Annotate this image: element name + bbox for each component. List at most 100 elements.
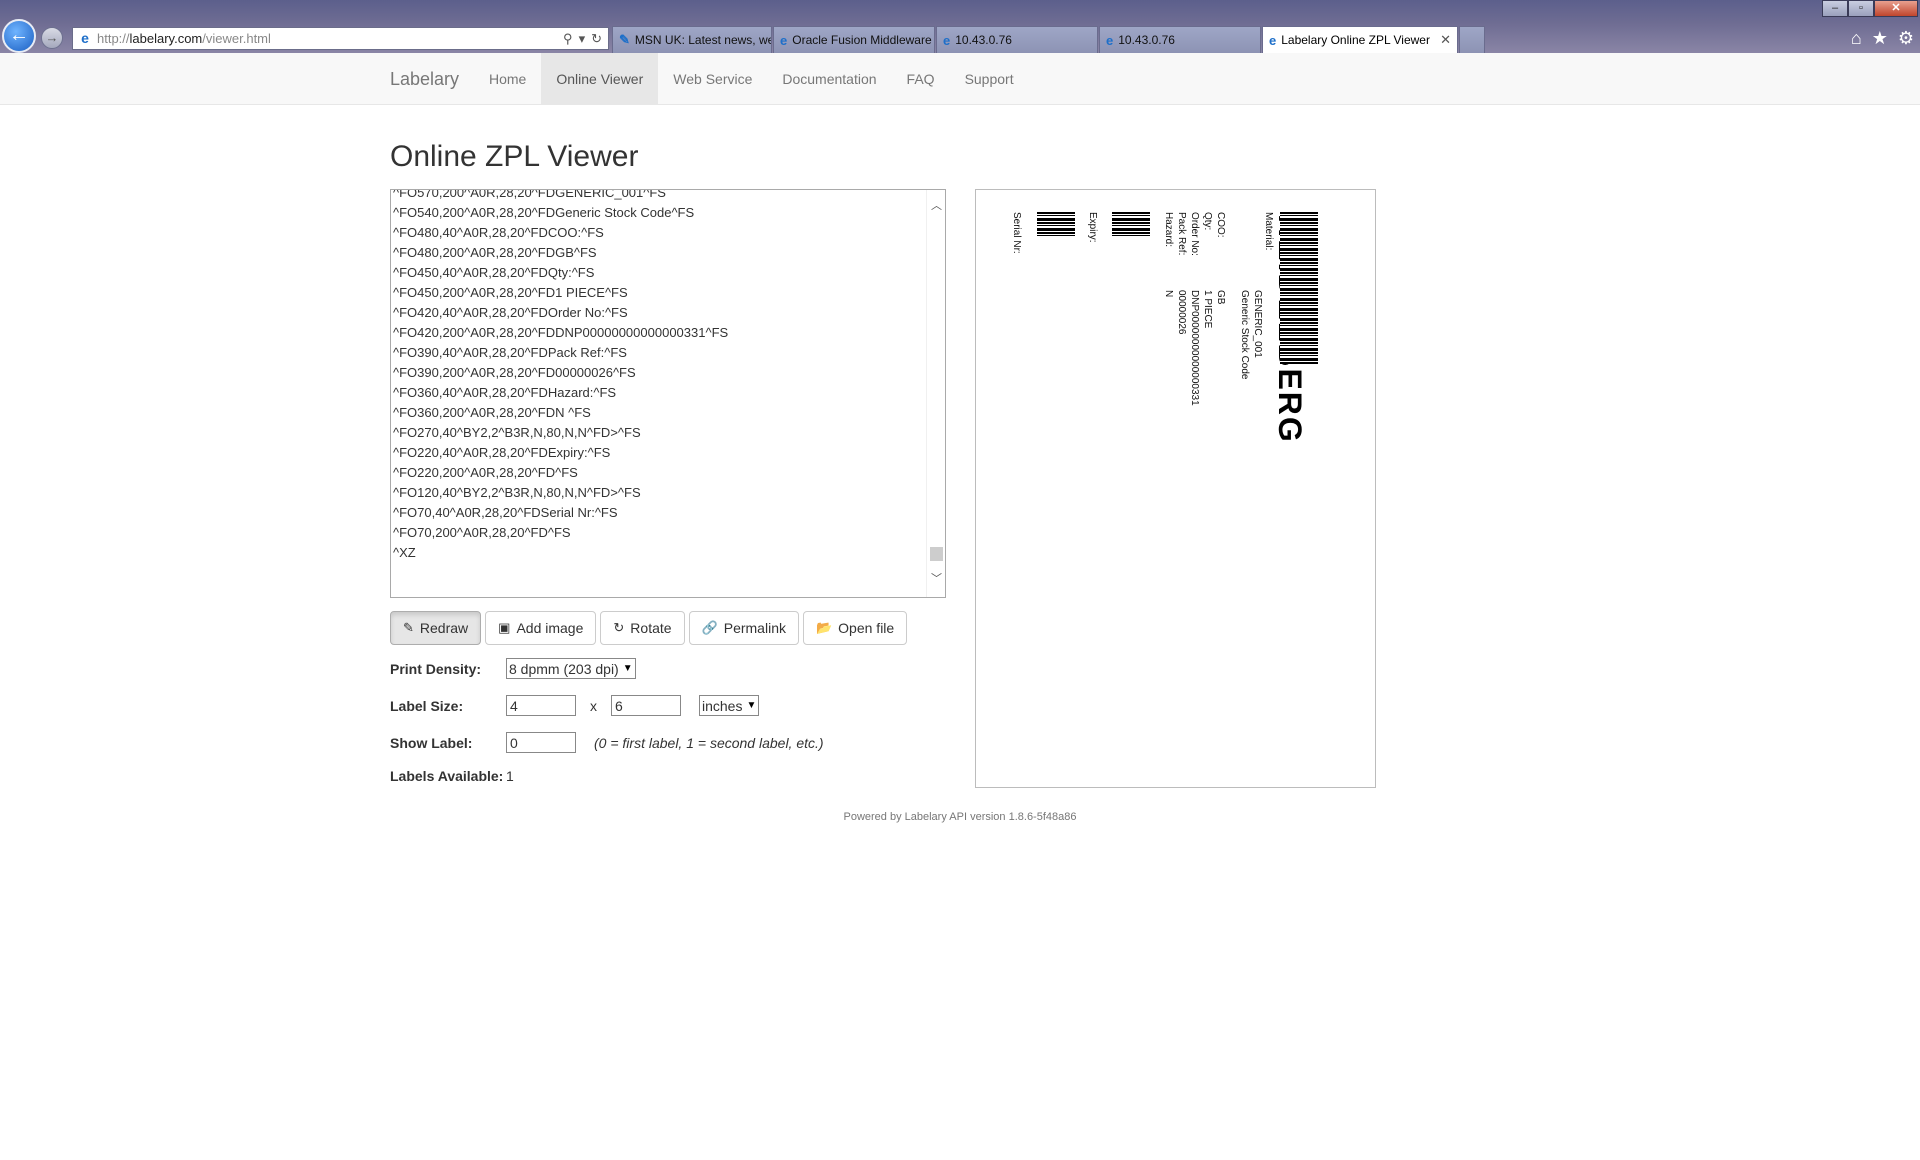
refresh-icon[interactable]: ↻ — [591, 31, 602, 47]
nav-documentation[interactable]: Documentation — [767, 53, 891, 105]
add-image-label: Add image — [516, 620, 584, 636]
rotate-button[interactable]: ↻ Rotate — [600, 611, 685, 645]
tab-label: Oracle Fusion Middleware For... — [792, 33, 934, 47]
label-hazard: Hazard: — [1163, 212, 1174, 248]
label-stock-code: Generic Stock Code — [1239, 290, 1250, 380]
labels-available-label: Labels Available: — [390, 768, 504, 784]
redraw-label: Redraw — [419, 620, 469, 636]
zpl-code[interactable]: ^FO570,200^A0R,28,20^FDGENERIC_001^FS ^FO… — [393, 190, 925, 563]
zpl-line[interactable]: ^FO70,40^A0R,28,20^FDSerial Nr:^FS — [393, 503, 925, 523]
brand-link[interactable]: Labelary — [390, 53, 459, 105]
zpl-line[interactable]: ^FO360,200^A0R,28,20^FDN ^FS — [393, 403, 925, 423]
close-window-button[interactable]: ✕ — [1874, 0, 1918, 17]
url-host: labelary.com — [129, 31, 203, 46]
zpl-line[interactable]: ^FO480,200^A0R,28,20^FDGB^FS — [393, 243, 925, 263]
label-coo-value: GB — [1215, 290, 1226, 305]
minimize-button[interactable]: – — [1822, 0, 1848, 17]
nav-faq[interactable]: FAQ — [892, 53, 950, 105]
zpl-line[interactable]: ^FO390,40^A0R,28,20^FDPack Ref:^FS — [393, 343, 925, 363]
dropdown-icon[interactable]: ▾ — [579, 31, 586, 47]
link-icon: 🔗 — [701, 620, 718, 635]
address-url[interactable]: http://labelary.com/viewer.html — [97, 31, 563, 46]
editor-scrollbar[interactable]: ︿ ﹀ — [926, 190, 945, 597]
nav-web-service[interactable]: Web Service — [658, 53, 767, 105]
print-density-value: 8 dpmm (203 dpi) — [509, 660, 619, 677]
unit-select[interactable]: inches ▼ — [699, 695, 760, 716]
label-size-label: Label Size: — [390, 697, 464, 714]
scroll-thumb[interactable] — [930, 547, 943, 561]
label-order-value: DNP00000000000000331 — [1189, 290, 1200, 406]
zpl-line[interactable]: ^FO420,200^A0R,28,20^FDDNP00000000000000… — [393, 323, 925, 343]
close-tab-icon[interactable]: ✕ — [1430, 32, 1451, 48]
msn-icon: ✎ — [619, 32, 630, 47]
nav-online-viewer[interactable]: Online Viewer — [541, 53, 659, 105]
zpl-line[interactable]: ^FO220,40^A0R,28,20^FDExpiry:^FS — [393, 443, 925, 463]
open-file-label: Open file — [838, 620, 895, 636]
forward-button[interactable]: → — [41, 27, 63, 49]
show-label-input[interactable] — [506, 732, 576, 753]
zpl-line[interactable]: ^FO450,40^A0R,28,20^FDQty:^FS — [393, 263, 925, 283]
zpl-line[interactable]: ^FO420,40^A0R,28,20^FDOrder No:^FS — [393, 303, 925, 323]
ie-icon: e — [1106, 32, 1114, 48]
material-barcode — [1280, 212, 1318, 364]
page-title: Online ZPL Viewer — [390, 140, 639, 173]
folder-open-icon: 📂 — [815, 620, 833, 635]
zpl-line[interactable]: ^FO360,40^A0R,28,20^FDHazard:^FS — [393, 383, 925, 403]
zpl-line[interactable]: ^FO480,40^A0R,28,20^FDCOO:^FS — [393, 223, 925, 243]
nav-home[interactable]: Home — [474, 53, 541, 105]
redraw-button[interactable]: ✎ Redraw — [390, 611, 482, 645]
search-icon[interactable]: ⚲ — [563, 31, 573, 47]
tab-ip-1[interactable]: e 10.43.0.76 — [936, 26, 1098, 53]
label-pack-value: 00000026 — [1176, 290, 1187, 335]
tab-labelary[interactable]: e Labelary Online ZPL Viewer ✕ — [1262, 26, 1458, 53]
open-file-button[interactable]: 📂 Open file — [802, 611, 908, 645]
label-coo: COO: — [1215, 212, 1226, 238]
new-tab-button[interactable] — [1459, 26, 1485, 53]
zpl-line[interactable]: ^XZ — [393, 543, 925, 563]
zpl-line[interactable]: ^FO220,200^A0R,28,20^FD^FS — [393, 463, 925, 483]
address-bar[interactable]: e http://labelary.com/viewer.html ⚲ ▾ ↻ — [72, 27, 609, 50]
footer: Powered by Labelary API version 1.8.6-5f… — [843, 811, 1077, 823]
tab-ip-2[interactable]: e 10.43.0.76 — [1099, 26, 1261, 53]
zpl-line[interactable]: ^FO270,40^BY2,2^B3R,N,80,N,N^FD>^FS — [393, 423, 925, 443]
label-height-input[interactable] — [611, 695, 681, 716]
zpl-line[interactable]: ^FO390,200^A0R,28,20^FD00000026^FS — [393, 363, 925, 383]
zpl-line[interactable]: ^FO540,200^A0R,28,20^FDGeneric Stock Cod… — [393, 203, 925, 223]
site-navbar: Labelary Home Online Viewer Web Service … — [0, 53, 1920, 105]
add-image-button[interactable]: ▣ Add image — [485, 611, 597, 645]
label-pack: Pack Ref: — [1176, 212, 1187, 256]
print-density-select[interactable]: 8 dpmm (203 dpi) ▼ — [506, 658, 636, 679]
ie-icon: e — [943, 32, 951, 48]
home-icon[interactable]: ⌂ — [1851, 28, 1862, 49]
permalink-button[interactable]: 🔗 Permalink — [688, 611, 799, 645]
chevron-down-icon: ▼ — [622, 663, 633, 674]
edit-icon: ✎ — [403, 620, 414, 635]
settings-gear-icon[interactable]: ⚙ — [1898, 28, 1914, 49]
image-icon: ▣ — [498, 620, 511, 635]
label-width-input[interactable] — [506, 695, 576, 716]
back-button[interactable]: ← — [2, 19, 36, 53]
tab-oracle[interactable]: e Oracle Fusion Middleware For... — [773, 26, 935, 53]
chevron-down-icon: ▼ — [746, 700, 757, 711]
rotate-label: Rotate — [630, 620, 672, 636]
zpl-editor[interactable]: ^FO570,200^A0R,28,20^FDGENERIC_001^FS ^FO… — [390, 189, 946, 598]
unit-value: inches — [702, 697, 743, 714]
maximize-button[interactable]: ▫ — [1848, 0, 1874, 17]
scroll-down-icon[interactable]: ﹀ — [927, 570, 945, 588]
scroll-up-icon[interactable]: ︿ — [927, 197, 945, 215]
serial-barcode — [1037, 212, 1075, 238]
zpl-line[interactable]: ^FO120,40^BY2,2^B3R,N,80,N,N^FD>^FS — [393, 483, 925, 503]
address-tools: ⚲ ▾ ↻ — [563, 31, 608, 47]
browser-chrome: – ▫ ✕ ← → e http://labelary.com/viewer.h… — [0, 0, 1920, 53]
browser-toolbar-right: ⌂ ★ ⚙ — [1851, 28, 1914, 49]
tab-label: 10.43.0.76 — [955, 33, 1012, 47]
print-density-row: Print Density: 8 dpmm (203 dpi) ▼ — [390, 658, 636, 679]
nav-support[interactable]: Support — [950, 53, 1029, 105]
tab-msn[interactable]: ✎ MSN UK: Latest news, weather,... — [612, 26, 772, 53]
permalink-label: Permalink — [723, 620, 786, 636]
zpl-line[interactable]: ^FO570,200^A0R,28,20^FDGENERIC_001^FS — [393, 190, 925, 203]
zpl-line[interactable]: ^FO450,200^A0R,28,20^FD1 PIECE^FS — [393, 283, 925, 303]
zpl-line[interactable]: ^FO70,200^A0R,28,20^FD^FS — [393, 523, 925, 543]
labels-available-row: Labels Available: 1 — [390, 768, 514, 784]
favorites-star-icon[interactable]: ★ — [1872, 28, 1888, 49]
